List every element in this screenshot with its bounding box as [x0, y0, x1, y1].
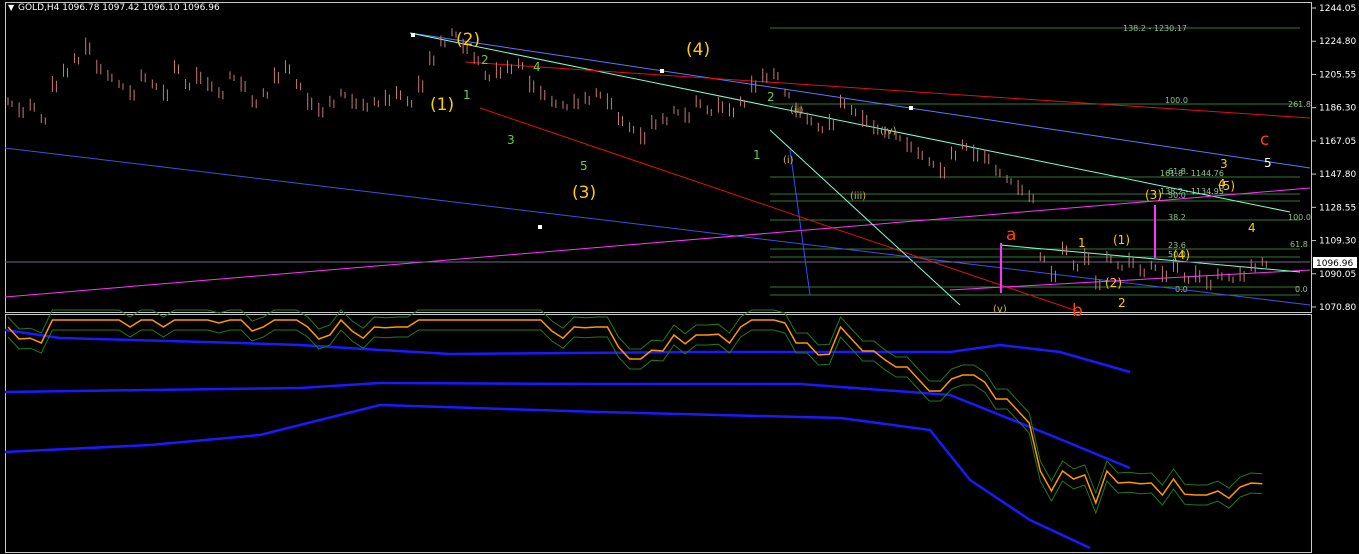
anchor-point	[909, 106, 913, 110]
wave-label-major: (1)	[430, 95, 454, 115]
wave-label-right: 4	[1248, 221, 1256, 235]
wave-labels: (2) (4) (1) (3) 2 4 1 3 5 2 1 a c b (ii) (i) (iv) (iii) (v…	[430, 30, 1272, 321]
oscillator-envelope	[7, 309, 1263, 495]
anchor-point	[538, 225, 542, 229]
price-axis-label: 1090.05	[1319, 270, 1356, 280]
oscillator-line	[7, 318, 1263, 506]
wave-label-minor: 2	[481, 53, 489, 67]
wave-label-roman: (v)	[993, 304, 1007, 315]
wave-label-right: (3)	[1145, 188, 1162, 202]
oscillator-envelope	[7, 329, 1263, 515]
anchor-point	[411, 33, 415, 37]
wave-label-minor: 4	[533, 60, 541, 74]
symbol-header: GOLD,H4 1096.78 1097.42 1096.10 1096.96	[18, 3, 220, 13]
wave-label-roman: (iii)	[850, 191, 866, 202]
anchor-point	[660, 69, 664, 73]
wave-label-roman: (i)	[783, 155, 794, 166]
fib-level-label: 100.0	[1165, 96, 1188, 105]
wave-label-white: 5	[1264, 156, 1272, 170]
wave-label-major: (3)	[572, 183, 596, 203]
price-axis-label: 1167.05	[1319, 137, 1356, 147]
wave-label-minor: 3	[507, 133, 515, 147]
wave-label-minor: 2	[767, 90, 775, 104]
fib-level-label: 61.8	[1290, 240, 1308, 249]
main-chart-frame	[5, 2, 1312, 313]
current-price-label: 1096.96	[1316, 259, 1353, 269]
fib-level-label: 61.8	[1168, 167, 1186, 176]
wave-label-minor: 5	[580, 159, 588, 173]
wave-label-abc: c	[1260, 130, 1269, 150]
wave-label-right: 1	[1078, 236, 1086, 250]
chart-canvas: 1244.05 1224.80 1205.55 1186.30 1167.05 1147.…	[4, 2, 1357, 553]
wave-label-right: 3	[1220, 157, 1228, 171]
lower-band	[4, 403, 1091, 550]
trend-line	[769, 129, 961, 306]
wave-label-roman: (ii)	[790, 105, 803, 116]
fib-level-label: 0.0	[1295, 285, 1308, 294]
trend-line	[464, 61, 1311, 119]
middle-band	[4, 381, 1131, 470]
trend-line	[409, 32, 1291, 213]
price-axis-label: 1109.30	[1319, 237, 1356, 247]
indicator-pane	[4, 309, 1263, 550]
wave-label-abc: a	[1006, 225, 1016, 245]
price-axis-label: 1186.30	[1319, 104, 1356, 114]
fib-level-label: 138.2 - 1230.17	[1123, 24, 1187, 33]
price-axis-label: 1070.80	[1319, 303, 1356, 313]
wave-label-minor: 1	[753, 148, 761, 162]
wave-label-right: (2)	[1105, 276, 1122, 290]
price-axis-label: 1128.55	[1319, 203, 1356, 213]
trend-line	[789, 149, 811, 296]
wave-label-major: (4)	[686, 40, 710, 60]
wave-label-roman: (iv)	[880, 126, 897, 137]
wave-label-abc: b	[1072, 301, 1083, 321]
wave-label-right: (1)	[1113, 233, 1130, 247]
wave-label-minor: 1	[463, 88, 471, 102]
wave-label-right: 2	[1118, 296, 1126, 310]
fib-level-label: 100.0	[1288, 213, 1311, 222]
wave-label-major: (2)	[456, 30, 480, 50]
fib-level-label: 261.8	[1288, 100, 1311, 109]
wave-label-right: 4	[1218, 177, 1226, 191]
fib-level-label: 38.2	[1168, 213, 1186, 222]
chevron-down-icon[interactable]: ▼	[8, 3, 15, 12]
price-axis-label: 1147.80	[1319, 170, 1356, 180]
price-axis-label: 1205.55	[1319, 70, 1356, 80]
wave-label-right: (4)	[1173, 248, 1190, 262]
price-axis-label: 1244.05	[1319, 4, 1356, 14]
price-axis-label: 1224.80	[1319, 37, 1356, 47]
